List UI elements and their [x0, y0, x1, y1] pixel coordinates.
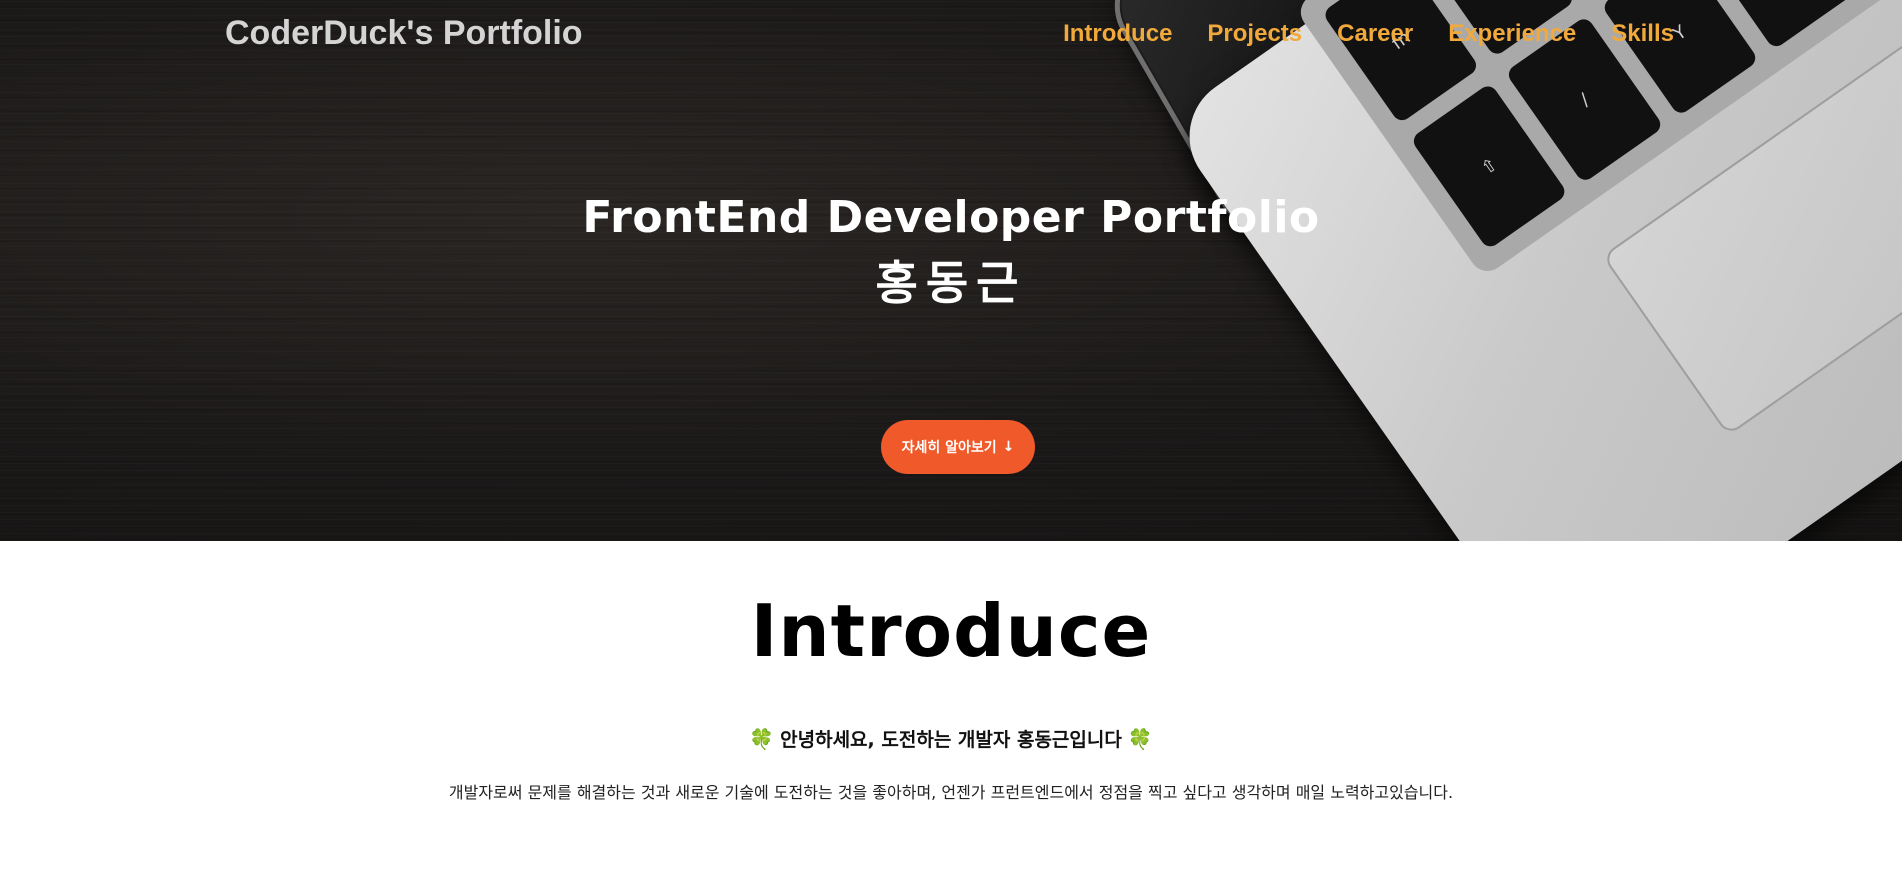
learn-more-button[interactable]: 자세히 알아보기 ↓: [881, 420, 1035, 474]
nav-item-skills[interactable]: Skills: [1611, 20, 1674, 48]
introduce-title: Introduce: [750, 589, 1152, 673]
clover-icon: 🍀: [1127, 726, 1153, 751]
hero-title: FrontEnd Developer Portfolio: [582, 192, 1320, 243]
hero-heading: FrontEnd Developer Portfolio 홍동근: [0, 186, 1902, 316]
nav-item-projects[interactable]: Projects: [1207, 20, 1302, 48]
learn-more-label: 자세히 알아보기: [901, 440, 997, 456]
clover-icon: 🍀: [749, 726, 775, 751]
brand-logo[interactable]: CoderDuck's Portfolio: [225, 14, 583, 53]
hero-name: 홍동근: [875, 256, 1027, 310]
nav-item-career[interactable]: Career: [1337, 20, 1413, 48]
introduce-description: 개발자로써 문제를 해결하는 것과 새로운 기술에 도전하는 것을 좋아하며, …: [448, 783, 1454, 802]
top-nav: CoderDuck's Portfolio Introduce Projects…: [0, 0, 1902, 74]
introduce-section: Introduce 🍀 안녕하세요, 도전하는 개발자 홍동근입니다 🍀 개발자…: [0, 541, 1902, 882]
nav-item-experience[interactable]: Experience: [1448, 20, 1576, 48]
introduce-headline-text: 안녕하세요, 도전하는 개발자 홍동근입니다: [780, 729, 1122, 751]
introduce-headline: 🍀 안녕하세요, 도전하는 개발자 홍동근입니다 🍀: [0, 725, 1902, 752]
hero-section: fn ctrl opt cmd ⌘ ⇪ ⇧ / Y A X ↘ CoderDuc…: [0, 0, 1902, 541]
arrow-down-icon: ↓: [1002, 439, 1015, 455]
nav-menu: Introduce Projects Career Experience Ski…: [1063, 20, 1674, 48]
nav-item-introduce[interactable]: Introduce: [1063, 20, 1172, 48]
